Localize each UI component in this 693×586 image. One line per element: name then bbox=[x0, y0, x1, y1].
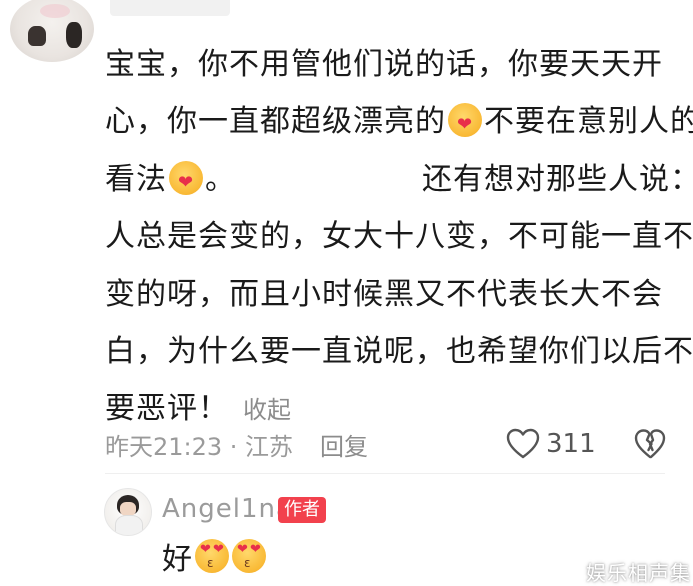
comment-line: 宝宝，你不用管他们说的话，你要天天开 bbox=[105, 47, 663, 82]
reply-avatar[interactable] bbox=[104, 488, 152, 536]
commenter-avatar[interactable] bbox=[10, 0, 94, 62]
heart-eyes-emoji-icon: ❤ ❤ ε bbox=[232, 539, 266, 573]
reply-button[interactable]: 回复 bbox=[320, 427, 368, 462]
heart-outline-icon bbox=[506, 428, 540, 459]
hug-heart-emoji-icon: ❤ bbox=[448, 103, 482, 138]
comment-text: 要恶评！ bbox=[105, 391, 229, 427]
reply-text-content: 好 bbox=[162, 542, 192, 577]
avatar-face bbox=[120, 502, 136, 516]
comment-text: 。 bbox=[205, 161, 236, 197]
comment-text: 还有想对那些人说： bbox=[422, 161, 693, 197]
comment-line: 人总是会变的，女大十八变，不可能一直不 bbox=[105, 219, 693, 255]
reply-text: 好 ❤ ❤ ε ❤ ❤ ε bbox=[162, 536, 266, 577]
commenter-name-blurred bbox=[110, 0, 230, 16]
author-badge: 作者 bbox=[278, 497, 326, 523]
broken-heart-icon bbox=[634, 429, 666, 459]
comment-line: 白，为什么要一直说呢，也希望你们以后不 bbox=[105, 333, 693, 369]
hug-heart-emoji-icon: ❤ bbox=[169, 160, 203, 195]
comment-line: 心，你一直都超级漂亮的 ❤ 不要在意别人的 bbox=[105, 93, 693, 150]
reply-username[interactable]: Angel1na bbox=[162, 494, 293, 524]
avatar-figure bbox=[28, 26, 46, 46]
watermark: 娱乐相声集 bbox=[586, 561, 691, 585]
comment-line: 看法 ❤。 还有想对那些人说： bbox=[105, 151, 693, 208]
heart-eyes-emoji-icon: ❤ ❤ ε bbox=[195, 539, 229, 573]
dislike-button[interactable] bbox=[634, 428, 666, 460]
avatar-figure-2 bbox=[66, 22, 82, 48]
comment-body: 宝宝，你不用管他们说的话，你要天天开 心，你一直都超级漂亮的 ❤ 不要在意别人的 看… bbox=[105, 36, 693, 438]
like-button[interactable]: 311 bbox=[506, 424, 596, 464]
like-count: 311 bbox=[546, 429, 596, 459]
avatar-shirt bbox=[115, 515, 143, 535]
comment-text: 不要在意别人的 bbox=[484, 104, 693, 140]
comment-text: 看法 bbox=[105, 161, 167, 197]
comment-meta: 昨天21:23 · 江苏 bbox=[105, 433, 294, 461]
avatar-decoration bbox=[40, 4, 70, 18]
divider bbox=[105, 473, 665, 474]
collapse-link[interactable]: 收起 bbox=[243, 396, 291, 424]
comment-line: 变的呀，而且小时候黑又不代表长大不会 bbox=[105, 276, 663, 312]
comment-text: 心，你一直都超级漂亮的 bbox=[105, 104, 446, 140]
